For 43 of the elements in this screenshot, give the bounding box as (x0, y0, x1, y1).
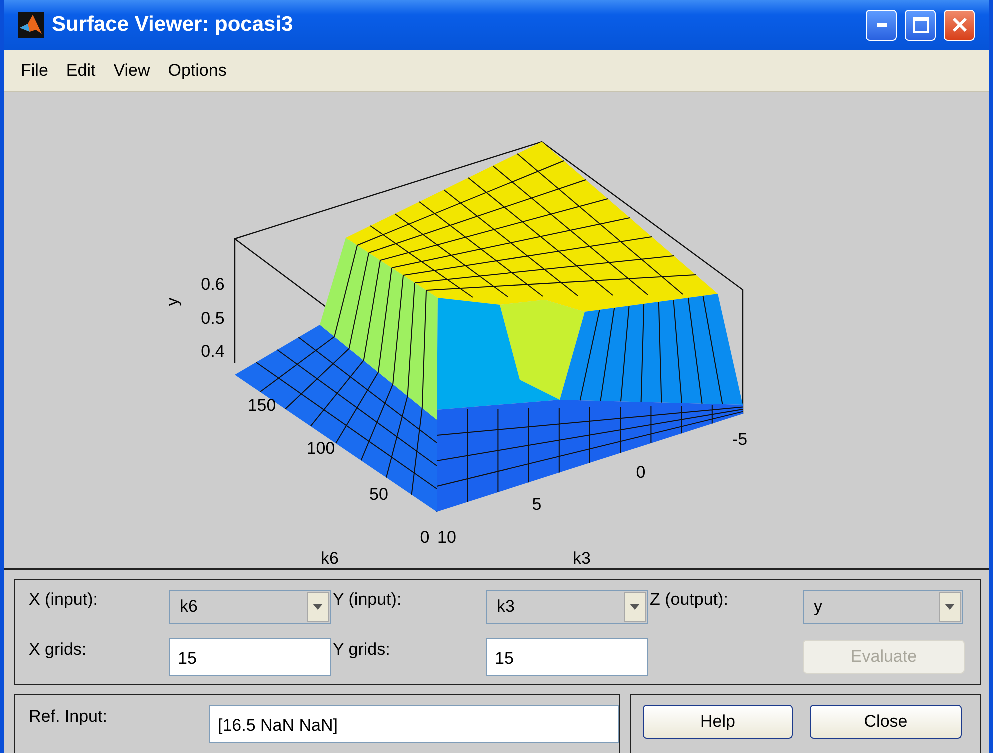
dropdown[interactable]: k6 (169, 590, 331, 624)
minimize-button[interactable] (866, 10, 897, 40)
maximize-button[interactable] (905, 10, 936, 40)
close-icon (952, 17, 968, 33)
minimize-icon (876, 23, 886, 27)
tick-label: 0.6 (201, 275, 225, 294)
menu-item[interactable]: Edit (57, 60, 105, 80)
tick-label: 0.4 (201, 342, 225, 361)
dropdown[interactable]: k3 (486, 590, 648, 624)
field-label: Y grids: (333, 639, 392, 660)
dialog-button[interactable]: Close (810, 705, 962, 739)
field-label: Z (output): (650, 589, 730, 610)
field-label: X (input): (29, 589, 99, 610)
tick-label: 0 (636, 463, 646, 482)
caret-icon (945, 604, 955, 610)
maximize-icon (912, 17, 928, 33)
tick-label: 10 (438, 528, 456, 547)
menu-item[interactable]: View (104, 60, 160, 80)
tick-label: 5 (532, 495, 542, 514)
axis-label: k3 (573, 549, 591, 568)
field-label: X grids: (29, 639, 88, 660)
tick-label: 0.5 (201, 309, 225, 328)
tick-label: -5 (732, 430, 748, 449)
field-label: Y (input): (333, 589, 403, 610)
input-field[interactable]: [16.5 NaN NaN] (209, 705, 619, 743)
logo-icon (18, 12, 44, 38)
caret-icon (630, 604, 640, 610)
field-label: Ref. Input: (29, 706, 108, 727)
tick-label: 0 (420, 528, 430, 547)
axis-label: y (163, 298, 182, 306)
caret-icon (313, 604, 323, 610)
window-title: Surface Viewer: pocasi3 (52, 13, 294, 37)
menu-item[interactable]: File (12, 60, 58, 80)
input-field[interactable]: 15 (169, 638, 331, 676)
input-field[interactable]: 15 (486, 638, 648, 676)
tick-label: 50 (370, 485, 388, 504)
close-button[interactable] (944, 10, 975, 40)
axis-label: k6 (321, 549, 339, 568)
menu-item[interactable]: Options (159, 60, 236, 80)
dialog-button[interactable]: Help (643, 705, 793, 739)
tick-label: 150 (248, 396, 276, 415)
dropdown[interactable]: y (803, 590, 963, 624)
tick-label: 100 (306, 439, 336, 458)
